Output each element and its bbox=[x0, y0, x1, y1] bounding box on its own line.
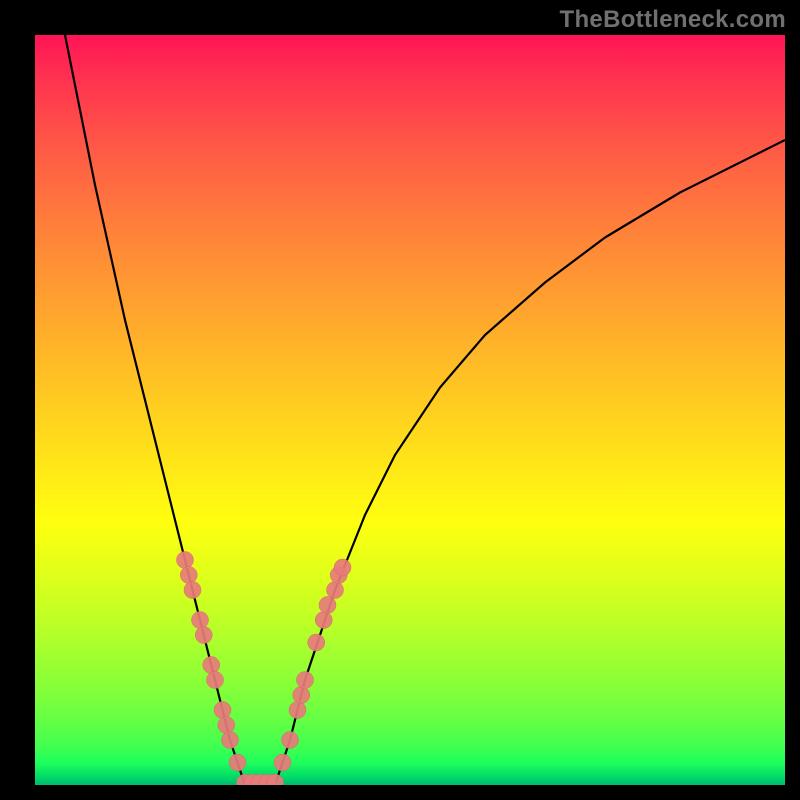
data-marker bbox=[180, 567, 197, 584]
data-marker bbox=[327, 582, 344, 599]
curve-layer bbox=[65, 35, 785, 785]
data-marker bbox=[214, 702, 231, 719]
data-marker bbox=[293, 687, 310, 704]
watermark-text: TheBottleneck.com bbox=[560, 6, 786, 34]
data-marker bbox=[319, 597, 336, 614]
data-marker bbox=[192, 612, 209, 629]
data-marker bbox=[334, 559, 351, 576]
data-marker bbox=[282, 732, 299, 749]
chart-container: TheBottleneck.com bbox=[0, 0, 800, 800]
data-marker bbox=[289, 702, 306, 719]
plot-area bbox=[35, 35, 785, 785]
marker-layer bbox=[177, 552, 352, 786]
data-marker bbox=[229, 754, 246, 771]
data-marker bbox=[218, 717, 235, 734]
data-marker bbox=[203, 657, 220, 674]
data-marker bbox=[177, 552, 194, 569]
data-marker bbox=[308, 634, 325, 651]
data-marker bbox=[184, 582, 201, 599]
curve-right-curve bbox=[275, 140, 785, 785]
data-marker bbox=[222, 732, 239, 749]
data-marker bbox=[315, 612, 332, 629]
data-marker bbox=[207, 672, 224, 689]
data-marker bbox=[297, 672, 314, 689]
chart-svg bbox=[35, 35, 785, 785]
data-marker bbox=[274, 754, 291, 771]
data-marker bbox=[195, 627, 212, 644]
